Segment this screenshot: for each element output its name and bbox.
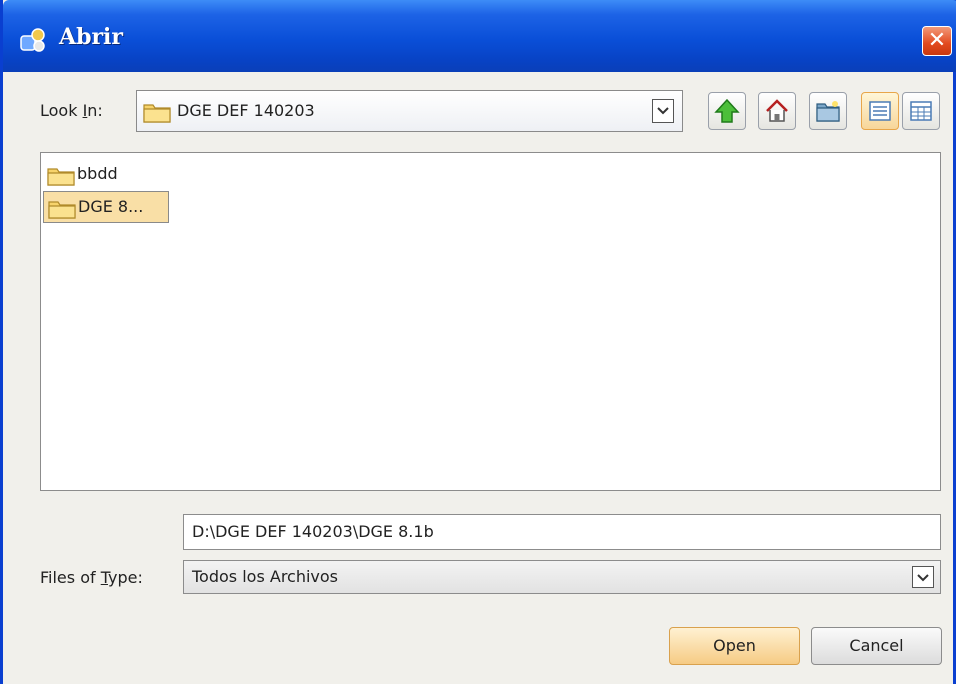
home-button[interactable]: [758, 92, 796, 130]
file-name: bbdd: [77, 164, 118, 183]
title-bar[interactable]: Abrir ✕: [3, 0, 956, 72]
look-in-dropdown-button[interactable]: [652, 99, 674, 123]
new-folder-icon: [816, 101, 840, 122]
up-folder-icon: [714, 98, 740, 123]
home-icon: [766, 99, 788, 122]
folder-icon: [47, 168, 75, 186]
folder-icon: [48, 201, 76, 219]
chevron-down-icon: [657, 107, 669, 115]
open-dialog: Abrir ✕ Look In: DGE DEF 140203 bbdd DGE…: [0, 0, 956, 684]
list-view-icon: [869, 101, 891, 121]
app-icon: [20, 28, 45, 52]
file-list[interactable]: bbdd DGE 8...: [40, 152, 941, 491]
create-new-folder-button[interactable]: [809, 92, 847, 130]
file-name: DGE 8...: [78, 197, 144, 216]
list-item[interactable]: DGE 8...: [43, 191, 169, 223]
look-in-value: DGE DEF 140203: [177, 101, 315, 120]
file-name-value: D:\DGE DEF 140203\DGE 8.1b: [192, 522, 434, 541]
files-of-type-dropdown-button[interactable]: [912, 566, 934, 588]
open-button[interactable]: Open: [669, 627, 800, 665]
folder-icon: [143, 104, 171, 123]
cancel-button[interactable]: Cancel: [811, 627, 942, 665]
close-icon: ✕: [927, 28, 947, 53]
file-name-input[interactable]: D:\DGE DEF 140203\DGE 8.1b: [183, 514, 941, 550]
chevron-down-icon: [917, 574, 929, 582]
details-view-button[interactable]: [902, 92, 940, 130]
files-of-type-label: Files of Type:: [40, 568, 143, 587]
files-of-type-combobox[interactable]: Todos los Archivos: [183, 560, 941, 594]
look-in-combobox[interactable]: DGE DEF 140203: [136, 90, 683, 132]
look-in-label: Look In:: [40, 101, 103, 120]
list-view-button[interactable]: [861, 92, 899, 130]
window-title: Abrir: [59, 24, 123, 50]
close-button[interactable]: ✕: [922, 26, 952, 56]
details-view-icon: [910, 101, 932, 121]
list-item[interactable]: bbdd: [43, 159, 163, 191]
files-of-type-value: Todos los Archivos: [192, 567, 339, 586]
up-one-level-button[interactable]: [708, 92, 746, 130]
